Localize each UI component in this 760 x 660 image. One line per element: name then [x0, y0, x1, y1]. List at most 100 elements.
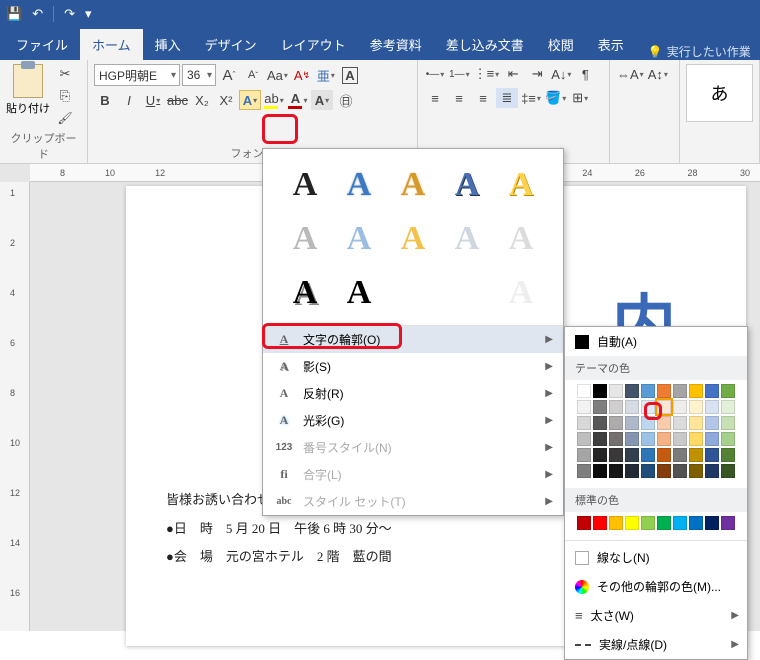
cut-button[interactable]: [54, 64, 76, 84]
theme-swatch[interactable]: [673, 448, 687, 462]
outline-dashes[interactable]: 実線/点線(D)▶: [565, 630, 747, 659]
format-painter-button[interactable]: [54, 108, 76, 128]
text-effect-preset[interactable]: A: [281, 215, 329, 263]
theme-swatch[interactable]: [609, 416, 623, 430]
theme-swatch[interactable]: [721, 400, 735, 414]
font-color-button[interactable]: A: [287, 90, 309, 110]
theme-swatch[interactable]: [641, 448, 655, 462]
theme-swatch[interactable]: [609, 384, 623, 398]
tab-layout[interactable]: レイアウト: [269, 29, 358, 60]
theme-swatch[interactable]: [625, 400, 639, 414]
theme-swatch[interactable]: [673, 416, 687, 430]
theme-swatch[interactable]: [673, 384, 687, 398]
change-case-button[interactable]: Aa: [266, 65, 289, 85]
text-effect-preset[interactable]: A: [281, 269, 329, 317]
save-button[interactable]: 💾: [6, 6, 22, 22]
italic-button[interactable]: I: [118, 90, 140, 110]
theme-swatch[interactable]: [657, 464, 671, 478]
theme-swatch[interactable]: [689, 448, 703, 462]
theme-swatch[interactable]: [593, 416, 607, 430]
text-effect-preset[interactable]: A: [281, 161, 329, 209]
theme-swatch[interactable]: [577, 416, 591, 430]
theme-swatch[interactable]: [657, 416, 671, 430]
distributed-button[interactable]: ⇔A: [616, 64, 645, 84]
theme-swatch[interactable]: [593, 432, 607, 446]
theme-swatch[interactable]: [609, 432, 623, 446]
standard-swatch[interactable]: [721, 516, 735, 530]
theme-swatch[interactable]: [593, 464, 607, 478]
theme-swatch[interactable]: [657, 384, 671, 398]
menu-text-outline[interactable]: A文字の輪郭(O)▶: [263, 326, 563, 353]
tab-references[interactable]: 参考資料: [358, 29, 434, 60]
theme-swatch[interactable]: [657, 448, 671, 462]
shrink-font-button[interactable]: Aˇ: [242, 65, 264, 85]
theme-swatch[interactable]: [577, 432, 591, 446]
highlight-button[interactable]: ab: [263, 90, 285, 110]
menu-stylistic-sets[interactable]: abcスタイル セット(T)▶: [263, 488, 563, 515]
outline-more-colors[interactable]: その他の輪郭の色(M)...: [565, 572, 747, 601]
theme-swatch[interactable]: [593, 448, 607, 462]
theme-swatch[interactable]: [689, 400, 703, 414]
tab-view[interactable]: 表示: [586, 29, 636, 60]
theme-swatch[interactable]: [689, 432, 703, 446]
text-effect-preset[interactable]: A: [443, 215, 491, 263]
theme-swatch[interactable]: [609, 464, 623, 478]
standard-swatch[interactable]: [609, 516, 623, 530]
text-effect-preset[interactable]: A: [497, 215, 545, 263]
text-effect-preset[interactable]: A: [497, 269, 545, 317]
standard-swatch[interactable]: [577, 516, 591, 530]
grow-font-button[interactable]: Aˆ: [218, 65, 240, 85]
theme-swatch[interactable]: [721, 448, 735, 462]
theme-swatch[interactable]: [705, 464, 719, 478]
customize-quickaccess[interactable]: ▾: [85, 6, 92, 22]
text-effect-preset[interactable]: A: [389, 269, 437, 317]
menu-ligatures[interactable]: fi合字(L)▶: [263, 461, 563, 488]
theme-swatch[interactable]: [577, 464, 591, 478]
theme-swatch[interactable]: [593, 400, 607, 414]
text-effect-preset[interactable]: A: [335, 161, 383, 209]
theme-swatch[interactable]: [577, 448, 591, 462]
theme-swatch[interactable]: [577, 384, 591, 398]
align-right-button[interactable]: [472, 88, 494, 108]
outline-auto[interactable]: 自動(A): [565, 327, 747, 356]
text-effect-preset[interactable]: A: [335, 215, 383, 263]
copy-button[interactable]: [54, 86, 76, 106]
tab-design[interactable]: デザイン: [193, 29, 269, 60]
text-effects-button[interactable]: A: [239, 90, 261, 110]
paste-button[interactable]: 貼り付け: [6, 64, 50, 116]
theme-swatch[interactable]: [705, 400, 719, 414]
theme-swatch[interactable]: [625, 464, 639, 478]
theme-swatch[interactable]: [625, 432, 639, 446]
theme-swatch[interactable]: [705, 448, 719, 462]
theme-swatch[interactable]: [721, 384, 735, 398]
tab-file[interactable]: ファイル: [4, 29, 80, 60]
theme-swatch[interactable]: [593, 384, 607, 398]
theme-swatch[interactable]: [625, 416, 639, 430]
tab-home[interactable]: ホーム: [80, 29, 143, 60]
shading-button[interactable]: 🪣: [544, 88, 567, 108]
theme-swatch[interactable]: [641, 416, 655, 430]
sort-button[interactable]: A↓: [550, 64, 572, 84]
font-size-combo[interactable]: 36: [182, 64, 216, 86]
menu-shadow[interactable]: A影(S)▶: [263, 353, 563, 380]
menu-number-style[interactable]: 123番号スタイル(N)▶: [263, 434, 563, 461]
text-effect-preset[interactable]: A: [335, 269, 383, 317]
theme-swatch[interactable]: [673, 432, 687, 446]
theme-swatch[interactable]: [657, 432, 671, 446]
text-effect-preset[interactable]: A: [389, 215, 437, 263]
standard-swatch[interactable]: [593, 516, 607, 530]
text-effect-preset[interactable]: A: [497, 161, 545, 209]
multilevel-button[interactable]: ⋮≡: [473, 64, 501, 84]
styles-gallery[interactable]: あ: [686, 64, 753, 122]
tab-mailings[interactable]: 差し込み文書: [434, 29, 536, 60]
line-spacing-button[interactable]: ‡≡: [520, 88, 542, 108]
ruby-button[interactable]: 亜: [315, 65, 337, 85]
theme-swatch[interactable]: [689, 464, 703, 478]
strikethrough-button[interactable]: abc: [166, 90, 189, 110]
theme-swatch[interactable]: [641, 400, 655, 414]
theme-swatch[interactable]: [673, 400, 687, 414]
theme-swatch[interactable]: [673, 464, 687, 478]
standard-swatch[interactable]: [657, 516, 671, 530]
text-effect-preset[interactable]: A: [443, 161, 491, 209]
outline-weight[interactable]: 太さ(W)▶: [565, 601, 747, 630]
